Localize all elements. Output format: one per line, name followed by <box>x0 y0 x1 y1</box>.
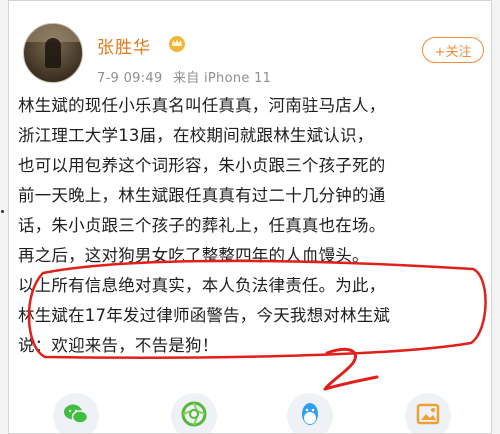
post-line: 以上所有信息绝对真实，本人负法律责任。为此， <box>18 276 386 295</box>
post-line: 话，朱小贞跟三个孩子的葬礼上，任真真也在场。 <box>18 216 386 235</box>
image-share-button[interactable] <box>405 393 451 433</box>
post-line: 说：欢迎来告，不告是狗！ <box>18 336 219 355</box>
user-name[interactable]: 张胜华 <box>97 33 151 58</box>
post-line: 浙江理工大学13届，在校期间就跟林生斌认识， <box>18 126 374 145</box>
avatar-figure <box>45 38 61 68</box>
wechat-share-button[interactable] <box>53 393 99 433</box>
moments-share-button[interactable] <box>171 393 217 433</box>
share-bar <box>9 389 491 433</box>
post-content: 林生斌的现任小乐真名叫任真真，河南驻马店人， 浙江理工大学13届，在校期间就跟林… <box>18 91 491 361</box>
vip-crown-icon <box>169 36 185 52</box>
post-line: 林生斌的现任小乐真名叫任真真，河南驻马店人， <box>18 96 386 115</box>
qq-share-button[interactable] <box>287 393 333 433</box>
post-source: 来自 iPhone 11 <box>172 71 272 86</box>
weibo-post-screen: 张胜华 7-9 09:49 来自 iPhone 11 +关注 林生斌的现任小乐真… <box>8 0 492 434</box>
edge-mark <box>1 210 4 213</box>
post-date: 7-9 09:49 <box>97 71 163 86</box>
post-line: 前一天晚上，林生斌跟任真真有过二十几分钟的通 <box>18 186 386 205</box>
avatar[interactable] <box>23 23 83 83</box>
image-share-icon <box>416 403 440 425</box>
post-meta: 7-9 09:49 来自 iPhone 11 <box>97 67 271 86</box>
post-line: 林生斌在17年发过律师函警告，今天我想对林生斌 <box>18 306 391 325</box>
post-line: 也可以用包养这个词形容，朱小贞跟三个孩子死的 <box>18 156 386 175</box>
wechat-icon <box>64 404 89 424</box>
moments-icon <box>181 401 207 427</box>
qq-icon <box>302 403 318 425</box>
follow-button[interactable]: +关注 <box>422 37 484 63</box>
post-line: 再之后，这对狗男女吃了整整四年的人血馒头。 <box>18 246 369 265</box>
follow-button-label: +关注 <box>434 44 472 60</box>
